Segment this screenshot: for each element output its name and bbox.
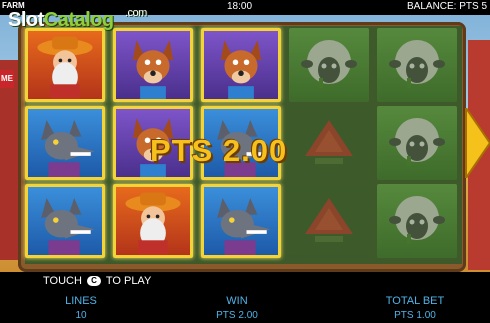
total-bet-value: PTS 1.00 [394,310,436,321]
logo-slot-text: Slot [8,9,44,31]
next-arrow-icon[interactable] [462,108,490,178]
touch-label: TOUCH [43,275,82,287]
logo-catalog-text: Catalog [43,9,114,31]
win-amount-overlay: PTS 2.00 [150,133,288,168]
symbol-wolf-icon [201,184,281,258]
total-bet-stat: TOTAL BET PTS 1.00 [360,295,470,321]
watermark-logo: SlotCatalog .com [8,7,147,32]
symbol-wolf-icon [25,184,105,258]
clock: 18:00 [227,1,253,12]
symbol-dog-icon [201,28,281,102]
lines-value: 10 [75,310,87,321]
symbol-farmer-icon [25,28,105,102]
symbol-sheep-icon [377,106,457,180]
symbol-dog-icon [113,28,193,102]
symbol-sheep-icon [377,28,457,102]
c-key-icon: C [86,276,101,286]
symbol-barn-icon [289,184,369,258]
lines-label: LINES [65,295,97,307]
symbol-sheep-icon [377,184,457,258]
win-label: WIN [226,295,248,307]
symbol-barn-icon [289,106,369,180]
win-value: PTS 2.00 [216,310,258,321]
symbol-sheep-icon [289,28,369,102]
balance-display: BALANCE: PTS 5 [407,1,488,12]
logo-com-text: .com [125,7,147,19]
touch-to-play-prompt[interactable]: TOUCH C TO PLAY [43,275,151,287]
symbol-farmer-icon [113,184,193,258]
total-bet-label: TOTAL BET [385,295,445,307]
lines-stat: LINES 10 [26,295,136,321]
win-stat: WIN PTS 2.00 [182,295,292,321]
side-tag: ME [0,70,14,88]
symbol-wolf-icon [25,106,105,180]
to-play-label: TO PLAY [105,275,152,287]
